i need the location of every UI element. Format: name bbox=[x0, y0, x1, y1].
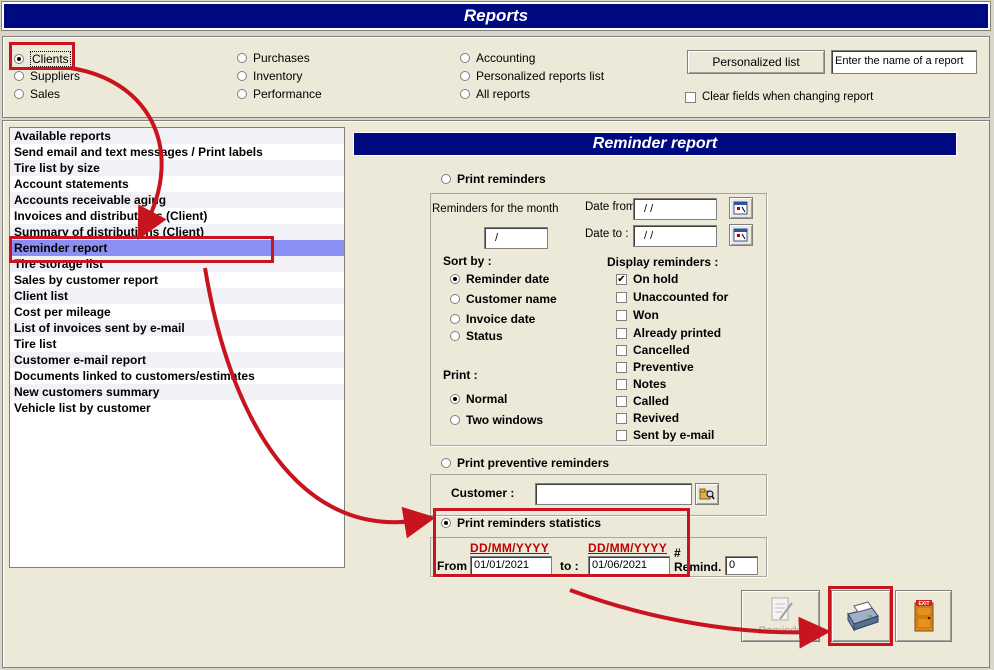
arrow-report-to-statistics bbox=[203, 267, 436, 539]
arrow-statistics-to-print bbox=[569, 588, 831, 649]
arrow-clients-to-report bbox=[69, 66, 167, 241]
annotation-arrows bbox=[69, 66, 831, 649]
